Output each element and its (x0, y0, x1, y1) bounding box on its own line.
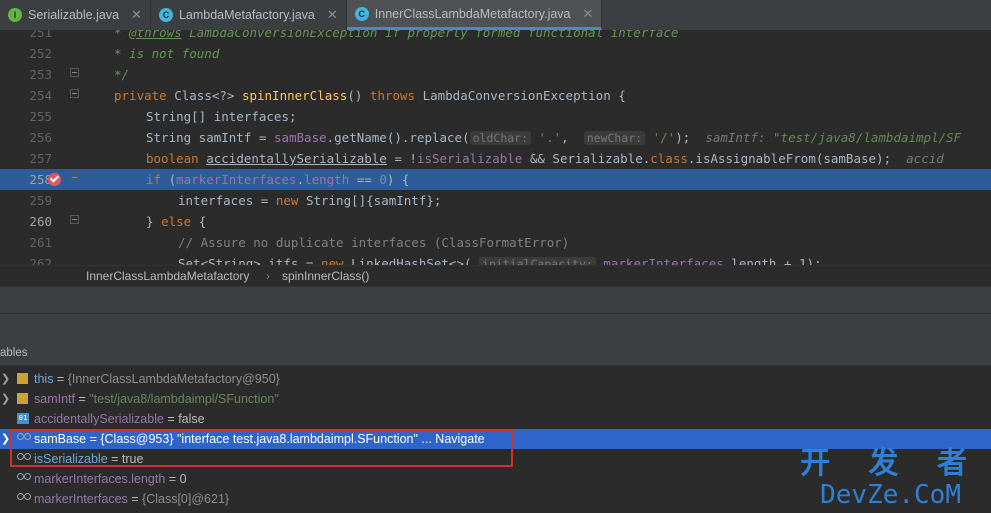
code-text: */ (114, 67, 130, 82)
code-line-current: 258 if (markerInterfaces.length == 0) { (0, 169, 991, 190)
line-number: 261 (29, 235, 52, 250)
code-text: interfaces = new String[]{samIntf}; (178, 193, 442, 208)
close-icon[interactable]: ✕ (327, 7, 338, 23)
annotation-highlight-box (10, 429, 513, 467)
breadcrumb: InnerClassLambdaMetafactory › spinInnerC… (0, 265, 991, 286)
code-text: String samIntf = samBase.getName().repla… (146, 130, 962, 145)
class-icon: C (158, 8, 173, 22)
code-line: 256 String samIntf = samBase.getName().r… (0, 127, 991, 148)
close-icon[interactable]: ✕ (583, 6, 594, 22)
line-number: 262 (29, 256, 52, 265)
field-icon (17, 373, 28, 384)
code-text: * is not found (114, 46, 220, 61)
code-text: } else { (146, 214, 207, 229)
tab-innerclasslambdametafactory[interactable]: C InnerClassLambdaMetafactory.java ✕ (346, 0, 603, 30)
breadcrumb-class[interactable]: InnerClassLambdaMetafactory (86, 266, 249, 286)
code-text: boolean accidentallySerializable = !isSe… (146, 151, 944, 166)
expand-icon[interactable]: ❯ (1, 369, 11, 389)
close-icon[interactable]: ✕ (131, 7, 142, 23)
breadcrumb-method[interactable]: spinInnerClass() (282, 266, 369, 286)
variable-row-samintf[interactable]: ❯ samIntf = "test/java8/lambdaimpl/SFunc… (0, 389, 991, 409)
breadcrumb-separator: › (266, 269, 270, 283)
tab-label: InnerClassLambdaMetafactory.java (374, 6, 571, 21)
line-number: 254 (29, 88, 52, 103)
fold-icon[interactable] (70, 89, 79, 98)
debug-subtoolbar (0, 313, 991, 342)
line-number: 256 (29, 130, 52, 145)
code-line: 254 private Class<?> spinInnerClass() th… (0, 85, 991, 106)
editor-tab-bar: I Serializable.java ✕ C LambdaMetafactor… (0, 0, 991, 31)
watermark-logo: 开 发 者 DevZe.CoM (800, 446, 981, 511)
line-number: 259 (29, 193, 52, 208)
code-text: // Assure no duplicate interfaces (Class… (178, 235, 570, 250)
code-text: Set<String> itfs = new LinkedHashSet<>( … (178, 253, 822, 265)
code-line: 252 * is not found (0, 43, 991, 64)
code-line: 253 */ (0, 64, 991, 85)
code-text: private Class<?> spinInnerClass() throws… (114, 88, 626, 103)
code-text: String[] interfaces; (146, 109, 297, 124)
line-number: 257 (29, 151, 52, 166)
line-number: 255 (29, 109, 52, 124)
variable-row-this[interactable]: ❯ this = {InnerClassLambdaMetafactory@95… (0, 369, 991, 389)
variables-panel-header: ables (0, 341, 991, 366)
interface-icon: I (8, 8, 22, 22)
fold-icon[interactable] (70, 173, 79, 182)
debug-toolbar (0, 286, 991, 313)
param-hint: oldChar: (469, 131, 532, 145)
panel-title: ables (0, 347, 28, 359)
code-editor[interactable]: 251 * @throws LambdaConversionException … (0, 30, 991, 265)
tab-label: Serializable.java (28, 8, 120, 22)
watch-icon (17, 473, 31, 481)
line-number: 253 (29, 67, 52, 82)
line-number: 252 (29, 46, 52, 61)
fold-icon[interactable] (70, 68, 79, 77)
tab-label: LambdaMetafactory.java (178, 8, 315, 22)
code-line: 259 interfaces = new String[]{samIntf}; (0, 190, 991, 211)
code-text: if (markerInterfaces.length == 0) { (146, 172, 410, 187)
code-line: 260 } else { (0, 211, 991, 232)
tab-serializable[interactable]: I Serializable.java ✕ (0, 0, 151, 30)
fold-icon[interactable] (70, 215, 79, 224)
watermark-line2: DevZe.CoM (820, 480, 961, 510)
param-hint: newChar: (583, 131, 646, 145)
watch-icon (17, 493, 31, 501)
code-line: 262 Set<String> itfs = new LinkedHashSet… (0, 253, 991, 265)
breakpoint-icon[interactable] (48, 173, 61, 186)
code-line: 261 // Assure no duplicate interfaces (C… (0, 232, 991, 253)
class-icon: C (354, 6, 369, 21)
code-line: 255 String[] interfaces; (0, 106, 991, 127)
variable-row-accidentallyserializable[interactable]: 01 accidentallySerializable = false (0, 409, 991, 429)
line-number: 260 (29, 214, 52, 229)
expand-icon[interactable]: ❯ (1, 389, 11, 409)
field-icon (17, 393, 28, 404)
tab-lambdametafactory[interactable]: C LambdaMetafactory.java ✕ (151, 0, 347, 30)
code-text: * @throws LambdaConversionException if p… (114, 30, 679, 40)
line-number: 251 (29, 30, 52, 40)
watermark-line1: 开 发 者 (800, 446, 981, 481)
code-line: 257 boolean accidentallySerializable = !… (0, 148, 991, 169)
boolean-icon: 01 (17, 413, 29, 424)
code-line: 251 * @throws LambdaConversionException … (0, 30, 991, 43)
